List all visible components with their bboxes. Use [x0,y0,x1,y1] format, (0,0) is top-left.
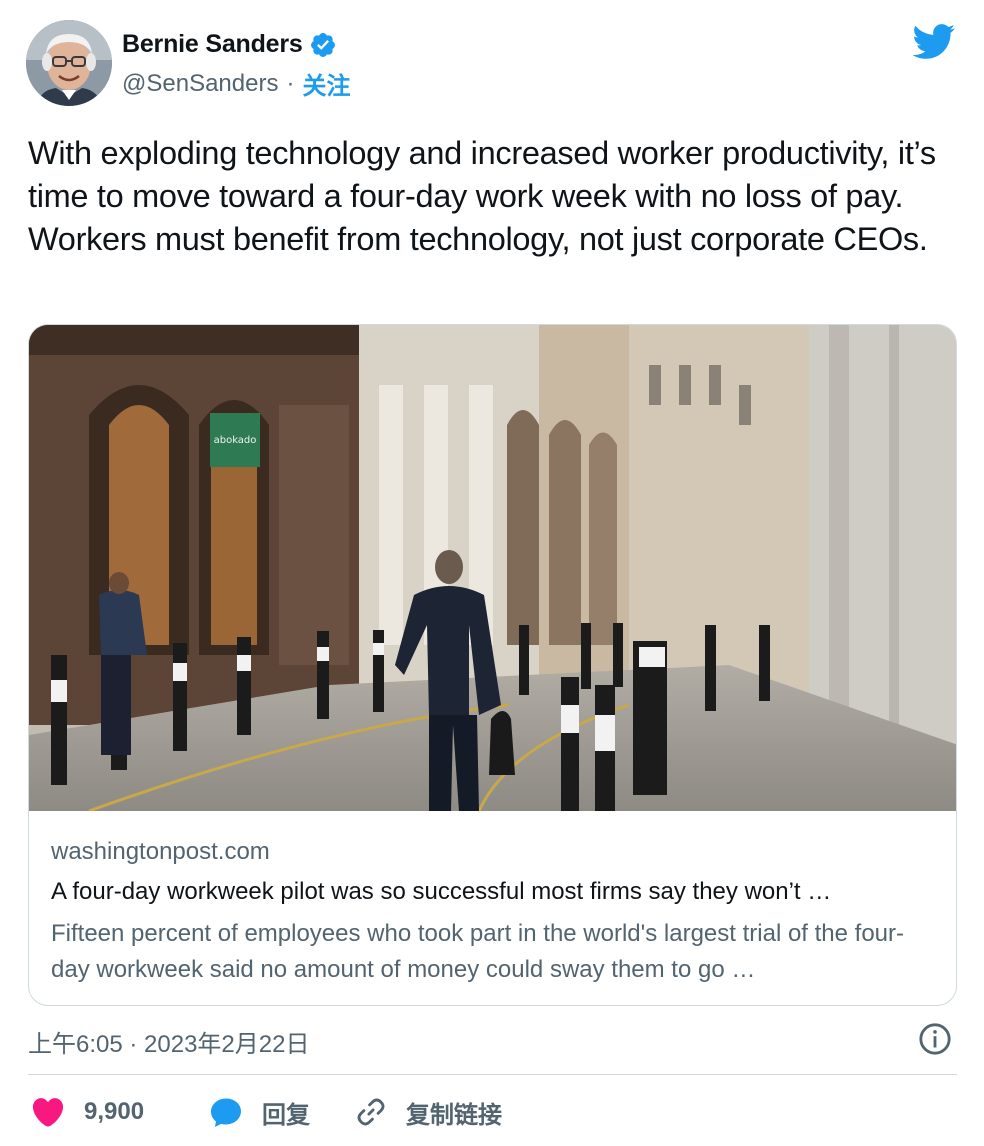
action-bar: 9,900 回复 复制链接 [28,1090,957,1134]
like-button[interactable]: 9,900 [30,1090,144,1134]
handle-separator: · [286,69,295,97]
verified-badge-icon [309,31,337,59]
twitter-bird-icon[interactable] [912,24,956,60]
divider [28,1074,957,1075]
like-count: 9,900 [84,1098,145,1125]
author-handle-row: @SenSanders · 关注 [122,66,350,101]
follow-button[interactable]: 关注 [302,66,350,101]
shop-sign: abokado [214,435,257,446]
author-handle[interactable]: @SenSanders [122,70,278,98]
copy-link-button[interactable]: 复制链接 [354,1090,502,1134]
info-icon[interactable] [918,1022,952,1056]
card-domain: washingtonpost.com [51,838,270,865]
card-title[interactable]: A four-day workweek pilot was so success… [51,878,941,906]
link-preview-card[interactable]: abokado washingtonpost.com A four-day wo… [28,324,957,1006]
tweet-timestamp[interactable]: 上午6:05 · 2023年2月22日 [28,1024,309,1059]
card-image[interactable]: abokado [29,325,956,811]
street-photo: abokado [29,325,956,811]
heart-icon [30,1094,66,1130]
author-name-row: Bernie Sanders [122,30,337,59]
tweet-text: With exploding technology and increased … [28,135,936,257]
reply-label: 回复 [262,1101,310,1129]
tweet-embed: Bernie Sanders @SenSanders · 关注 With exp… [0,0,984,1146]
card-description: Fifteen percent of employees who took pa… [51,920,905,983]
speech-bubble-icon [208,1094,244,1130]
author-name[interactable]: Bernie Sanders [122,30,303,59]
reply-button[interactable]: 回复 [208,1090,310,1134]
link-icon [354,1095,388,1129]
copy-link-label: 复制链接 [406,1101,502,1129]
author-avatar[interactable] [26,20,112,106]
avatar-image [26,20,112,106]
